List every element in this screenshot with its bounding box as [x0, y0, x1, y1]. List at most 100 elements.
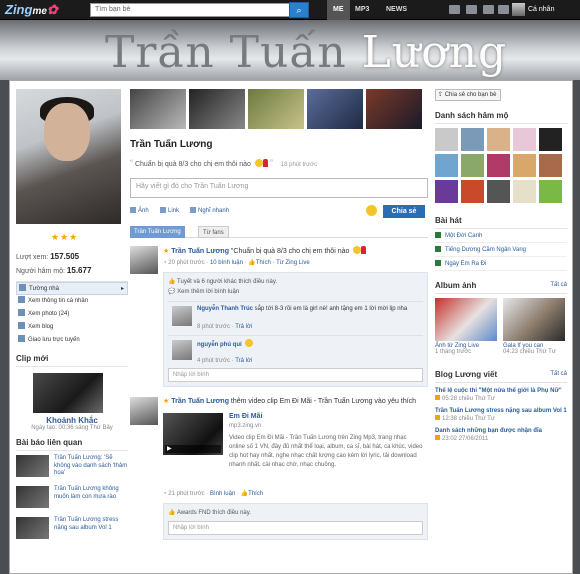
message-icon[interactable]	[449, 5, 460, 14]
song-item[interactable]: Tiếng Dương Cầm Ngân Vang	[435, 243, 567, 257]
fan-avatar[interactable]	[513, 128, 536, 151]
fan-avatar[interactable]	[461, 180, 484, 203]
attach-photo-button[interactable]: Ảnh	[130, 207, 149, 214]
more-comments-link[interactable]: 💬 Xem thêm lời bình luận	[168, 287, 423, 297]
post-author[interactable]: Trần Tuấn Lương	[171, 248, 229, 255]
photo-thumbnail[interactable]	[248, 89, 304, 129]
quick-thought-button[interactable]: Nghĩ nhanh	[190, 207, 229, 214]
friends-icon[interactable]	[498, 5, 509, 14]
profile-banner: Trần Tuấn Lương	[0, 20, 580, 80]
clip-thumbnail[interactable]	[33, 373, 103, 413]
post-comments-link[interactable]: 10 bình luận	[210, 260, 243, 266]
albums-view-all-link[interactable]: Tất cả	[550, 282, 567, 288]
attach-link-button[interactable]: Link	[160, 207, 179, 214]
user-menu[interactable]: Cá nhân	[528, 0, 554, 20]
comment-input[interactable]: Nhập lời bình	[168, 521, 423, 535]
nav-me[interactable]: ME	[327, 0, 350, 20]
related-thumbnail	[16, 455, 49, 477]
menu-blog[interactable]: Xem blog	[16, 321, 128, 334]
fan-avatar[interactable]	[539, 154, 562, 177]
blog-post-title: Thế lệ cuộc thi "Một nửa thế giới là Phụ…	[435, 388, 562, 394]
comment-avatar[interactable]	[172, 306, 192, 326]
fan-avatar[interactable]	[539, 128, 562, 151]
menu-live-chat[interactable]: Giao lưu trực tuyến	[16, 334, 128, 347]
blog-item[interactable]: Danh sách những bạn được nhận đĩa 23:02 2…	[435, 427, 567, 443]
comment-item: Nguyễn Thanh Trúc sắp tới 8-3 rồi em là …	[168, 301, 423, 331]
emoticon-picker-icon[interactable]	[366, 205, 377, 216]
comment-avatar[interactable]	[172, 340, 192, 360]
fan-avatar[interactable]	[461, 128, 484, 151]
menu-profile-info[interactable]: Xem thông tin cá nhân	[16, 295, 128, 308]
album-item[interactable]: Ảnh từ Zing Live 1 tháng trước	[435, 298, 497, 355]
post-source-link[interactable]: Từ Zing Live	[276, 260, 310, 266]
tab-owner-posts[interactable]: Trần Tuấn Lương	[130, 226, 185, 238]
photo-strip	[130, 89, 428, 129]
related-item[interactable]: Trần Tuấn Lương: 'Sẽ không vào danh sách…	[16, 455, 128, 482]
clip-title[interactable]: Khoảnh Khắc	[16, 416, 128, 425]
reply-link[interactable]: Trả lời	[235, 324, 252, 330]
fan-avatar[interactable]	[435, 128, 458, 151]
search-input[interactable]: Tìm bạn bè	[90, 3, 290, 17]
search-button[interactable]: ⌕	[289, 2, 309, 18]
notification-icon[interactable]	[483, 5, 494, 14]
comment-author[interactable]: nguyễn phú quí	[197, 342, 242, 348]
nav-mp3[interactable]: MP3	[349, 0, 375, 20]
post-avatar[interactable]	[130, 246, 158, 274]
related-item[interactable]: Trần Tuấn Lương stress nặng sau album Vo…	[16, 517, 128, 544]
fan-avatar[interactable]	[461, 154, 484, 177]
video-play-button[interactable]: ▶	[165, 445, 221, 453]
photo-thumbnail[interactable]	[130, 89, 186, 129]
fan-avatar[interactable]	[435, 180, 458, 203]
share-to-friends-button[interactable]: ⇪ Chia sẻ cho bạn bè	[435, 89, 501, 101]
song-item[interactable]: Ngày Em Ra Đi	[435, 257, 567, 271]
zing-me-logo[interactable]: Zingme✿	[5, 2, 58, 18]
fan-avatar[interactable]	[487, 154, 510, 177]
comment-author[interactable]: Nguyễn Thanh Trúc	[197, 306, 253, 312]
blog-item[interactable]: Trần Tuấn Lương stress nặng sau album Vo…	[435, 407, 567, 423]
fan-avatar[interactable]	[487, 128, 510, 151]
share-button[interactable]: Chia sẻ	[383, 205, 425, 218]
music-icon	[435, 232, 441, 238]
menu-wall[interactable]: Tường nhà ▸	[16, 282, 128, 295]
post-like-link[interactable]: Thích	[248, 491, 263, 497]
post-composer-input[interactable]: Hãy viết gì đó cho Trần Tuấn Lương	[130, 178, 428, 198]
menu-photos[interactable]: Xem photo (24)	[16, 308, 128, 321]
post-interactions: 👍 Awards FND thích điều này. Nhập lời bì…	[163, 503, 428, 540]
like-icon: 👍	[248, 260, 256, 266]
post-content: "Chuẩn bị quà 8/3 cho chị em thôi nào	[228, 248, 350, 255]
reply-link[interactable]: Trả lời	[235, 358, 252, 364]
video-title[interactable]: Em Đi Mãi	[229, 413, 262, 420]
logo-me-text: me	[32, 6, 47, 17]
photo-thumbnail[interactable]	[307, 89, 363, 129]
post-like-link[interactable]: Thích	[256, 260, 271, 266]
fan-avatar[interactable]	[435, 154, 458, 177]
comment-item: nguyễn phú quí 4 phút trước · Trả lời	[168, 335, 423, 365]
user-avatar[interactable]	[512, 3, 525, 16]
album-item[interactable]: Gala If you can 04:23 chiều Thứ Tư	[503, 298, 565, 355]
tab-fan-posts[interactable]: Từ fans	[198, 226, 229, 238]
attach-photo-label: Ảnh	[138, 208, 149, 214]
photo-thumbnail[interactable]	[189, 89, 245, 129]
fan-avatar[interactable]	[513, 180, 536, 203]
blog-view-all-link[interactable]: Tất cả	[550, 371, 567, 377]
post-author[interactable]: Trần Tuấn Lương	[171, 398, 229, 405]
profile-photo[interactable]	[16, 89, 121, 224]
chat-icon[interactable]	[466, 5, 477, 14]
related-item[interactable]: Trần Tuấn Lương không muốn làm con mưa r…	[16, 486, 128, 513]
fan-avatar[interactable]	[539, 180, 562, 203]
post-avatar[interactable]	[130, 397, 158, 425]
related-section-title: Bài báo liên quan	[16, 438, 128, 451]
comment-input[interactable]: Nhập lời bình	[168, 368, 423, 382]
related-title: Trần Tuấn Lương stress nặng sau album Vo…	[54, 517, 119, 531]
nav-news[interactable]: NEWS	[380, 0, 413, 20]
rose-emoticon-icon	[262, 159, 268, 167]
like-icon: 👍	[168, 279, 176, 285]
fan-avatar[interactable]	[487, 180, 510, 203]
post-body: ★ Trần Tuấn Lương "Chuẩn bị quà 8/3 cho …	[163, 246, 428, 387]
post-time: 21 phút trước	[168, 491, 205, 497]
post-comment-link[interactable]: Bình luận	[210, 491, 235, 497]
photo-thumbnail[interactable]	[366, 89, 422, 129]
song-item[interactable]: Một Đời Canh	[435, 229, 567, 243]
blog-item[interactable]: Thế lệ cuộc thi "Một nửa thế giới là Phụ…	[435, 387, 567, 403]
fan-avatar[interactable]	[513, 154, 536, 177]
